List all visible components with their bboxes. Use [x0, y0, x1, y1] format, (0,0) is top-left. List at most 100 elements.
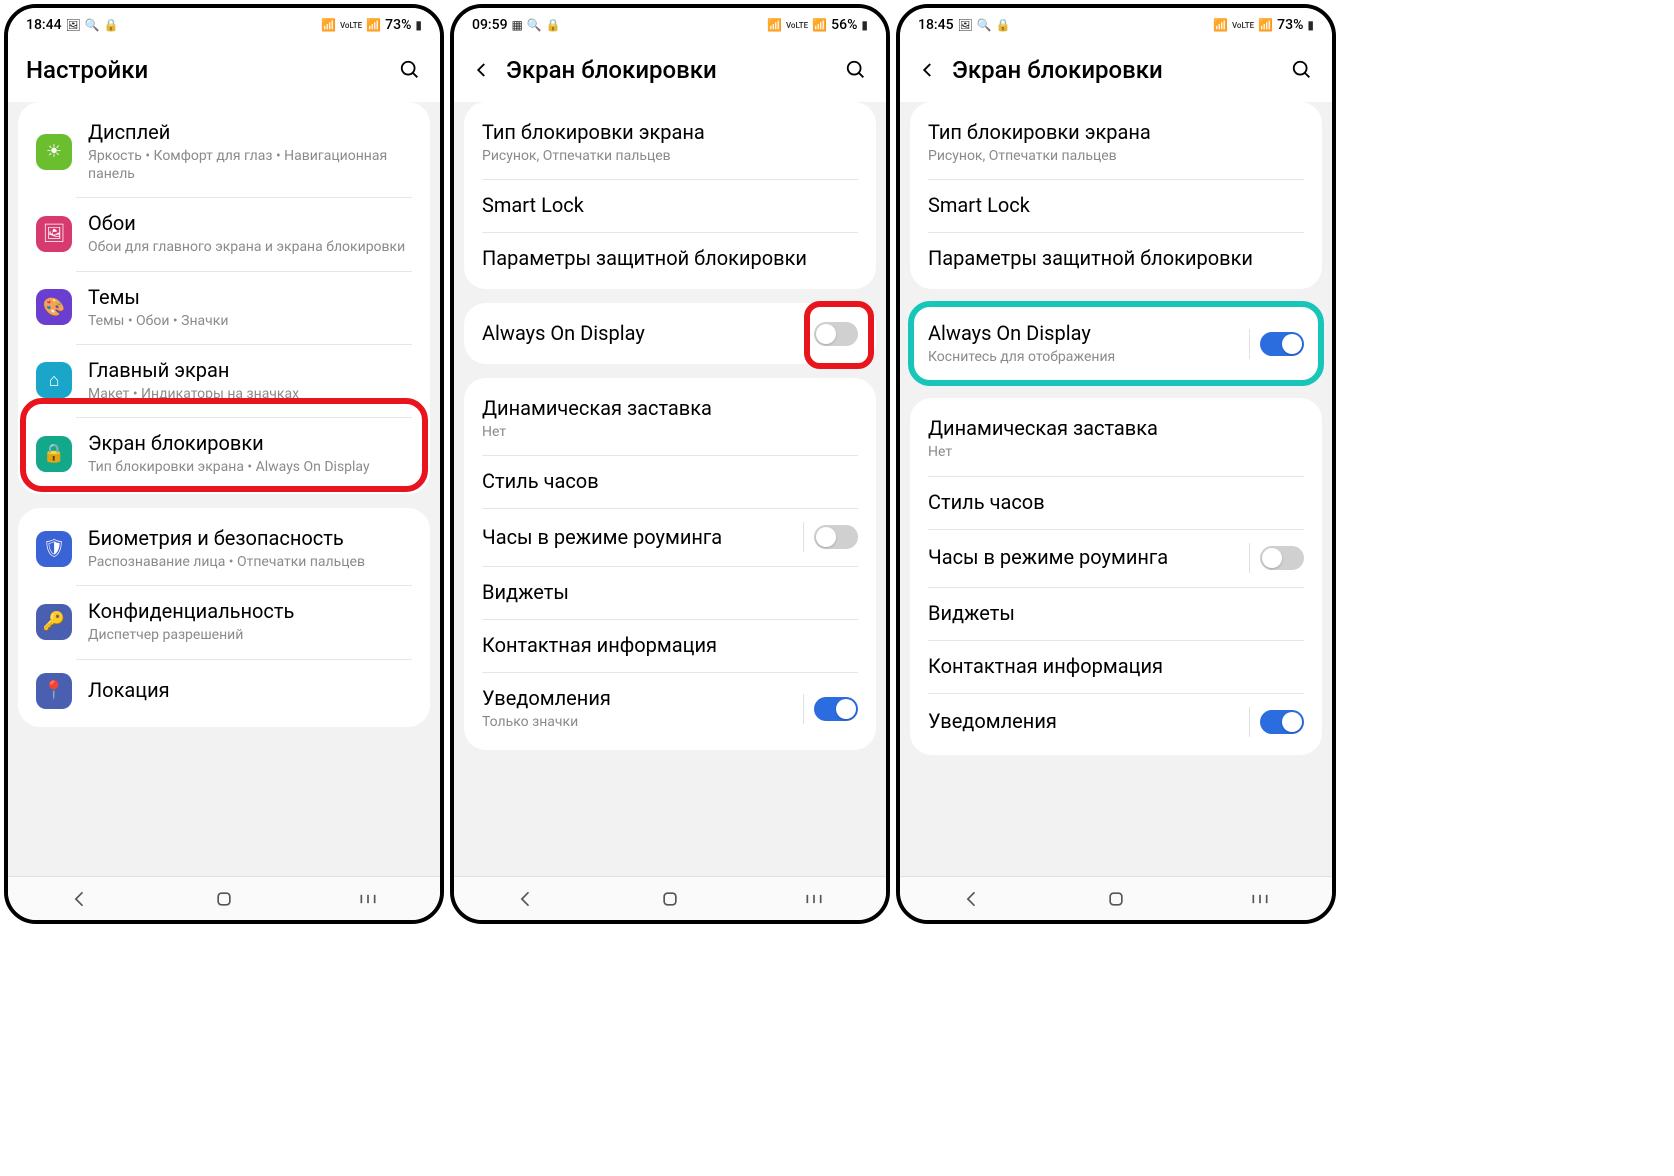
- item-lock-type[interactable]: Тип блокировки экрана Рисунок, Отпечатки…: [910, 106, 1322, 179]
- item-smart-lock[interactable]: Smart Lock: [910, 179, 1322, 232]
- item-sub: Тип блокировки экрана • Always On Displa…: [88, 458, 412, 476]
- settings-item-privacy[interactable]: 🔑 Конфиденциальность Диспетчер разрешени…: [18, 585, 430, 658]
- item-title: Контактная информация: [928, 654, 1304, 679]
- search-button[interactable]: [844, 58, 868, 82]
- settings-item-location[interactable]: 📍 Локация: [18, 659, 430, 723]
- item-sub: Диспетчер разрешений: [88, 626, 412, 644]
- settings-item-themes[interactable]: 🎨 Темы Темы • Обои • Значки: [18, 271, 430, 344]
- nav-recent[interactable]: [338, 892, 398, 906]
- group-aod: Always On Display Коснитесь для отображе…: [910, 303, 1322, 384]
- wifi-icon: 📶: [321, 18, 336, 32]
- toggle-divider: [1249, 707, 1250, 737]
- item-contact-info[interactable]: Контактная информация: [910, 640, 1322, 693]
- status-battery: 73%: [385, 17, 411, 33]
- status-battery: 73%: [1277, 17, 1303, 33]
- nav-back[interactable]: [942, 889, 1002, 909]
- image-icon: 🖼: [66, 18, 81, 32]
- item-title: Параметры защитной блокировки: [928, 246, 1304, 271]
- item-smart-lock[interactable]: Smart Lock: [464, 179, 876, 232]
- shield-icon: 🛡: [36, 531, 72, 567]
- lock-small-icon: 🔒: [996, 18, 1011, 32]
- notifications-toggle[interactable]: [814, 697, 858, 721]
- item-sub: Макет • Индикаторы на значках: [88, 385, 412, 403]
- item-title: Динамическая заставка: [482, 396, 858, 421]
- item-title: Тип блокировки экрана: [928, 120, 1304, 145]
- search-button[interactable]: [1290, 58, 1314, 82]
- settings-item-wallpaper[interactable]: 🖼 Обои Обои для главного экрана и экрана…: [18, 197, 430, 270]
- key-icon: 🔑: [36, 604, 72, 640]
- toggle-divider: [803, 694, 804, 724]
- item-roaming-clock[interactable]: Часы в режиме роуминга: [464, 508, 876, 566]
- page-title: Экран блокировки: [506, 56, 830, 84]
- sun-icon: ☀: [36, 134, 72, 170]
- lockscreen-content: Тип блокировки экрана Рисунок, Отпечатки…: [454, 102, 886, 876]
- settings-item-home[interactable]: ⌂ Главный экран Макет • Индикаторы на зн…: [18, 344, 430, 417]
- app-icon: ▦: [512, 18, 523, 32]
- group-aod: Always On Display: [464, 303, 876, 364]
- nav-home[interactable]: [640, 889, 700, 909]
- item-secure-lock[interactable]: Параметры защитной блокировки: [464, 232, 876, 285]
- search-small-icon: 🔍: [85, 18, 100, 32]
- nav-back[interactable]: [496, 889, 556, 909]
- volte-icon: VoLTE: [1232, 21, 1254, 30]
- toggle-divider: [1249, 329, 1250, 359]
- page-title: Настройки: [26, 56, 384, 84]
- item-clock-style[interactable]: Стиль часов: [464, 455, 876, 508]
- search-button[interactable]: [398, 58, 422, 82]
- home-icon: ⌂: [36, 362, 72, 398]
- notifications-toggle[interactable]: [1260, 710, 1304, 734]
- item-title: Параметры защитной блокировки: [482, 246, 858, 271]
- aod-toggle[interactable]: [814, 322, 858, 346]
- back-button[interactable]: [472, 60, 492, 80]
- lockscreen-content: Тип блокировки экрана Рисунок, Отпечатки…: [900, 102, 1332, 876]
- nav-back[interactable]: [50, 889, 110, 909]
- nav-home[interactable]: [194, 889, 254, 909]
- settings-item-lockscreen[interactable]: 🔒 Экран блокировки Тип блокировки экрана…: [18, 417, 430, 490]
- settings-item-display[interactable]: ☀ Дисплей Яркость • Комфорт для глаз • Н…: [18, 106, 430, 197]
- roaming-clock-toggle[interactable]: [814, 525, 858, 549]
- nav-recent[interactable]: [784, 892, 844, 906]
- roaming-clock-toggle[interactable]: [1260, 546, 1304, 570]
- app-bar: Экран блокировки: [900, 42, 1332, 102]
- wifi-icon: 📶: [1213, 18, 1228, 32]
- settings-item-biometrics[interactable]: 🛡 Биометрия и безопасность Распознавание…: [18, 512, 430, 585]
- item-sub: Распознавание лица • Отпечатки пальцев: [88, 553, 412, 571]
- item-dynamic-wallpaper[interactable]: Динамическая заставка Нет: [464, 382, 876, 455]
- item-secure-lock[interactable]: Параметры защитной блокировки: [910, 232, 1322, 285]
- item-title: Уведомления: [482, 686, 793, 711]
- nav-recent[interactable]: [1230, 892, 1290, 906]
- item-title: Дисплей: [88, 120, 412, 145]
- item-widgets[interactable]: Виджеты: [910, 587, 1322, 640]
- item-notifications[interactable]: Уведомления: [910, 693, 1322, 751]
- status-bar: 09:59 ▦ 🔍 🔒 📶 VoLTE 📶 56% ▮: [454, 8, 886, 42]
- item-sub: Темы • Обои • Значки: [88, 312, 412, 330]
- battery-icon: ▮: [415, 18, 422, 32]
- item-roaming-clock[interactable]: Часы в режиме роуминга: [910, 529, 1322, 587]
- item-notifications[interactable]: Уведомления Только значки: [464, 672, 876, 745]
- aod-toggle[interactable]: [1260, 332, 1304, 356]
- item-lock-type[interactable]: Тип блокировки экрана Рисунок, Отпечатки…: [464, 106, 876, 179]
- item-title: Темы: [88, 285, 412, 310]
- item-always-on-display[interactable]: Always On Display: [464, 307, 876, 360]
- page-title: Экран блокировки: [952, 56, 1276, 84]
- item-title: Конфиденциальность: [88, 599, 412, 624]
- item-title: Часы в режиме роуминга: [482, 525, 793, 550]
- item-title: Always On Display: [928, 321, 1239, 346]
- item-title: Уведомления: [928, 709, 1239, 734]
- item-always-on-display[interactable]: Always On Display Коснитесь для отображе…: [910, 307, 1322, 380]
- item-sub: Нет: [928, 443, 1304, 461]
- item-contact-info[interactable]: Контактная информация: [464, 619, 876, 672]
- item-title: Виджеты: [482, 580, 858, 605]
- item-title: Always On Display: [482, 321, 804, 346]
- lock-small-icon: 🔒: [546, 18, 561, 32]
- item-clock-style[interactable]: Стиль часов: [910, 476, 1322, 529]
- status-bar: 18:45 🖼 🔍 🔒 📶 VoLTE 📶 73% ▮: [900, 8, 1332, 42]
- item-dynamic-wallpaper[interactable]: Динамическая заставка Нет: [910, 402, 1322, 475]
- item-widgets[interactable]: Виджеты: [464, 566, 876, 619]
- item-title: Динамическая заставка: [928, 416, 1304, 441]
- volte-icon: VoLTE: [786, 21, 808, 30]
- status-time: 18:44: [26, 17, 62, 33]
- back-button[interactable]: [918, 60, 938, 80]
- nav-home[interactable]: [1086, 889, 1146, 909]
- item-sub: Рисунок, Отпечатки пальцев: [482, 147, 858, 165]
